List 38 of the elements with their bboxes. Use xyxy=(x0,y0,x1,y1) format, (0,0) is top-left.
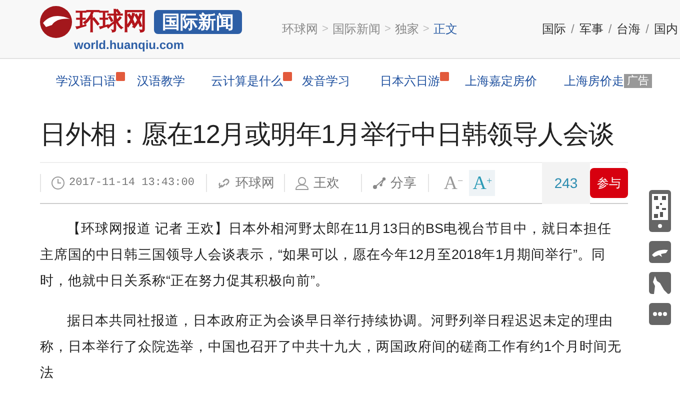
nav-separator: / xyxy=(646,21,649,38)
source-link[interactable]: 环球网 xyxy=(235,173,274,193)
nav-separator: / xyxy=(570,21,574,38)
share-button[interactable]: 分享 xyxy=(372,173,416,193)
publish-time: 2017-11-14 13:43:00 xyxy=(69,176,194,191)
person-icon xyxy=(295,176,310,190)
share-icon xyxy=(372,176,386,190)
nav-link[interactable]: 国内 xyxy=(654,20,678,38)
ad-link[interactable]: 日本六日游 xyxy=(380,72,440,90)
link-icon xyxy=(217,176,232,190)
ad-link[interactable]: 发音学习 xyxy=(302,72,350,90)
nav-separator: / xyxy=(608,21,612,38)
nav-link[interactable]: 国际 xyxy=(542,20,566,38)
article-paragraph: 据日本共同社报道，日本政府正为会谈早日举行持续协调。河野列举日程迟迟未定的理由称，日本举行了众院选举，中国也召开了中共十九大，两国政府间的磋商工作有约1个月时间无法 xyxy=(40,312,622,382)
site-url: world.huanqiu.com xyxy=(74,38,185,52)
ad-link[interactable]: 汉语教学 xyxy=(137,72,185,90)
logo-text: 环球网 xyxy=(76,10,146,34)
article-title: 日外相：愿在12月或明年1月举行中日韩领导人会谈 xyxy=(40,118,615,151)
breadcrumb-link[interactable]: 正文 xyxy=(433,20,458,38)
breadcrumb-separator: > xyxy=(422,22,430,37)
ad-badge: 广告 xyxy=(624,74,652,88)
ad-link[interactable]: 学汉语口语 xyxy=(56,72,116,90)
ad-link[interactable]: 云计算是什么 xyxy=(211,72,283,90)
clock-icon xyxy=(51,176,65,190)
nav-link[interactable]: 军事 xyxy=(579,20,604,38)
nav-link[interactable]: 台海 xyxy=(616,20,641,38)
join-discussion-button[interactable]: 参与 xyxy=(590,168,628,198)
breadcrumb-separator: > xyxy=(322,22,328,37)
ad-link[interactable]: 上海房价走 xyxy=(564,72,624,90)
author-name: 王欢 xyxy=(313,174,340,192)
animal-icon[interactable] xyxy=(649,241,671,263)
more-icon[interactable] xyxy=(649,303,671,325)
globe-logo-icon xyxy=(40,6,72,38)
breadcrumb-separator: > xyxy=(384,22,391,37)
channel-badge: 国际新闻 xyxy=(154,10,242,34)
qr-code-phone-icon[interactable] xyxy=(649,190,671,232)
article-paragraph: 【环球网报道 记者 王欢】日本外相河野太郎在11月13日的BS电视台节目中，就日本担任主席国的中日韩三国领导人会谈表示，“如果可以，愿在今年12月至2018年1月期间举行”。同时，他就中日关系称“正在努力促其积极向前”。 xyxy=(40,220,613,290)
ad-link[interactable]: 上海嘉定房价 xyxy=(465,72,537,90)
